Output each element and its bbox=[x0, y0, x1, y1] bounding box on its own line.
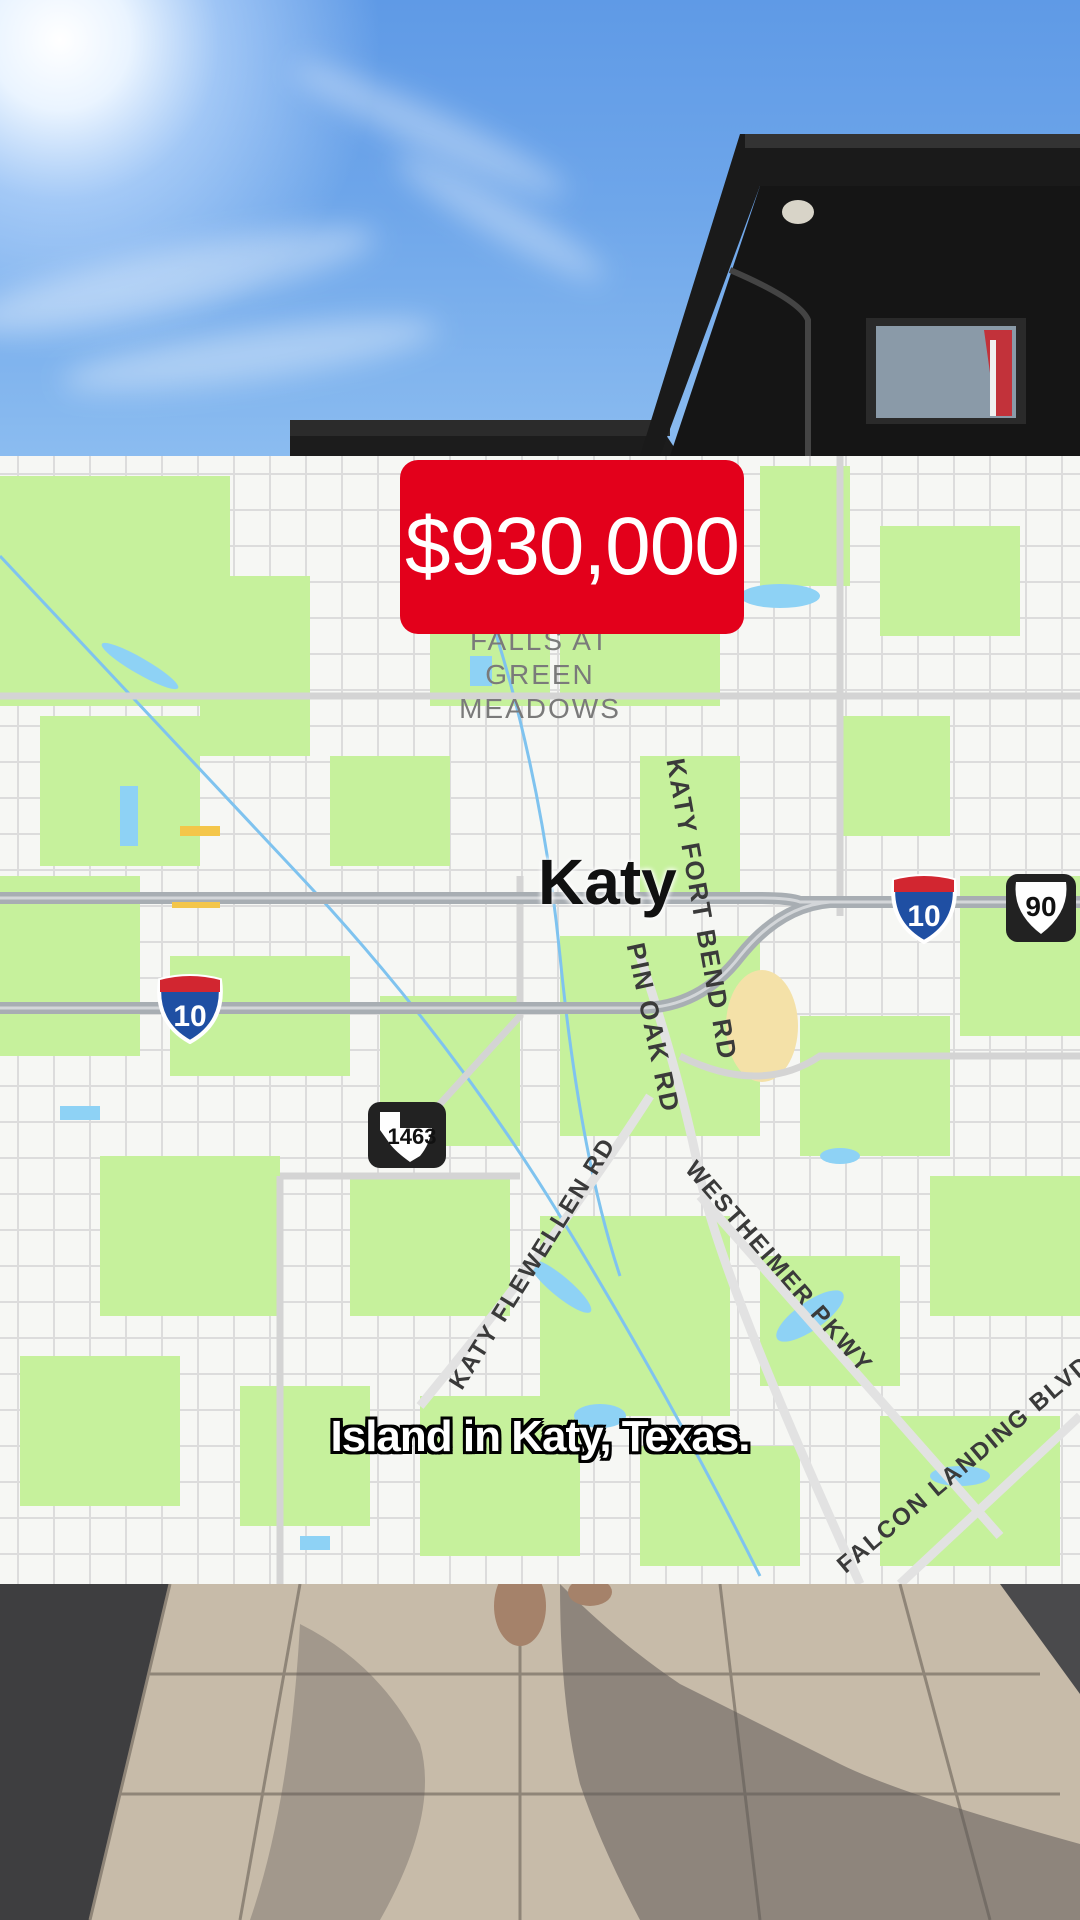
interstate-10-shield: 10 bbox=[157, 974, 223, 1044]
patio-photo bbox=[0, 1584, 1080, 1920]
patio-scene bbox=[0, 1584, 1080, 1920]
svg-text:90: 90 bbox=[1025, 891, 1056, 922]
house-roofline bbox=[290, 134, 1080, 456]
city-label-katy: Katy bbox=[538, 846, 677, 918]
texas-1463-shield: 1463 bbox=[368, 1102, 446, 1168]
interstate-10-shield-east: 10 bbox=[891, 874, 957, 944]
svg-text:10: 10 bbox=[173, 1000, 206, 1033]
svg-text:1463: 1463 bbox=[388, 1124, 437, 1149]
price-badge: $930,000 bbox=[400, 460, 744, 634]
video-caption: Island in Katy, Texas. bbox=[330, 1412, 751, 1461]
us-90-shield: 90 bbox=[1006, 874, 1076, 942]
svg-text:10: 10 bbox=[907, 900, 940, 933]
poi-label-falls-at-green-meadows: FALLS AT GREEN MEADOWS bbox=[459, 625, 621, 724]
sky-house-photo bbox=[0, 0, 1080, 456]
